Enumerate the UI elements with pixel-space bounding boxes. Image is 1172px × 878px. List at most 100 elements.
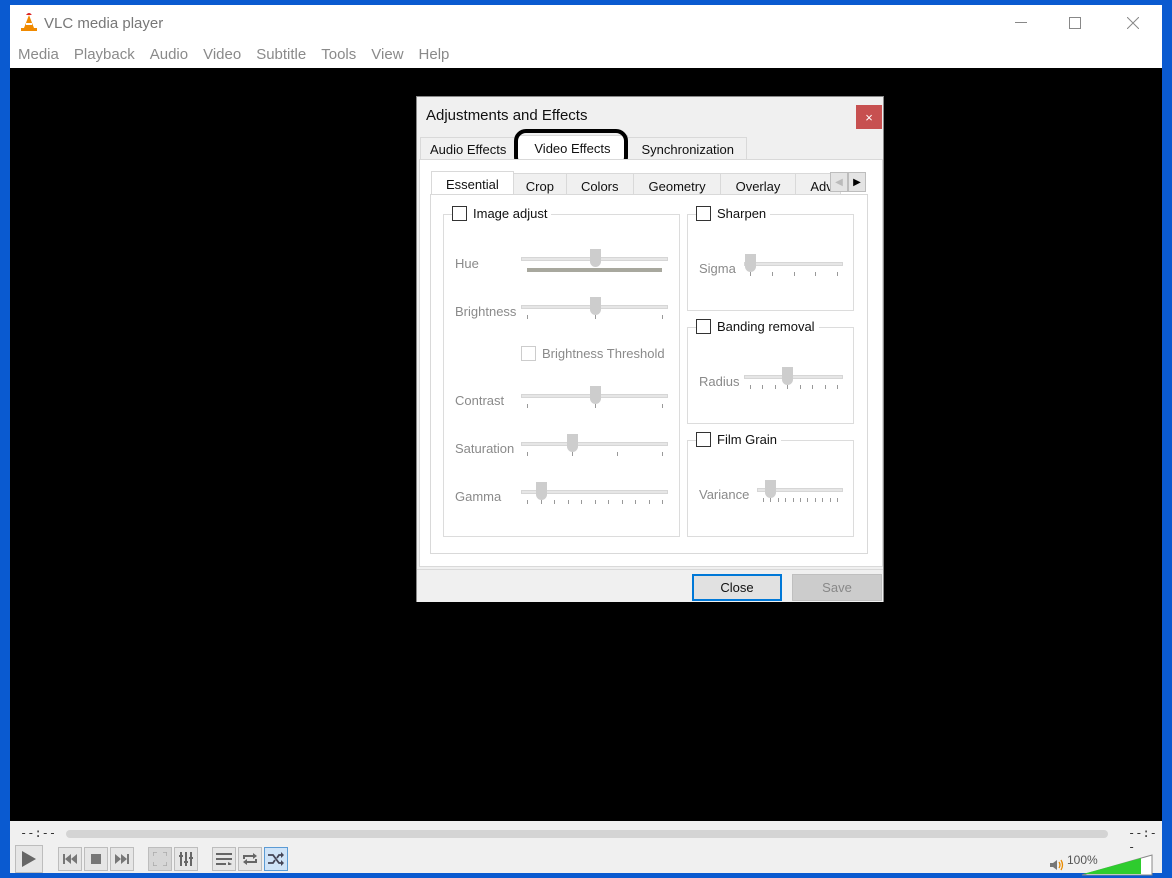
minimize-button[interactable]	[998, 5, 1044, 41]
playlist-button[interactable]	[212, 847, 236, 871]
dialog-title: Adjustments and Effects	[426, 107, 588, 124]
menu-bar: Media Playback Audio Video Subtitle Tool…	[10, 41, 1162, 69]
slider-tick	[635, 500, 636, 504]
shuffle-button[interactable]	[264, 847, 288, 871]
brightness-threshold-checkbox[interactable]	[521, 346, 536, 361]
slider-tick	[567, 500, 569, 504]
extended-settings-button[interactable]	[174, 847, 198, 871]
hue-slider[interactable]	[521, 249, 668, 275]
subtab-colors[interactable]: Colors	[565, 173, 634, 195]
slider-handle[interactable]	[589, 297, 601, 315]
next-button[interactable]	[110, 847, 134, 871]
gamma-slider[interactable]	[521, 482, 668, 508]
menu-tools[interactable]: Tools	[313, 41, 363, 69]
save-button[interactable]: Save	[792, 574, 882, 601]
image-adjust-legend: Image adjust	[452, 206, 552, 221]
subtab-overlay[interactable]: Overlay	[719, 173, 797, 195]
slider-groove[interactable]	[744, 375, 843, 379]
video-subtabs: Essential Crop Colors Geometry Overlay A…	[431, 171, 842, 195]
slider-tick	[837, 385, 838, 389]
brightness-label: Brightness	[455, 304, 517, 319]
menu-subtitle[interactable]: Subtitle	[248, 41, 313, 69]
next-icon	[115, 854, 129, 864]
sharpen-group: Sharpen Sigma	[687, 206, 854, 311]
close-icon	[1127, 17, 1139, 29]
slider-tick	[771, 272, 773, 276]
slider-handle[interactable]	[566, 434, 578, 452]
dialog-footer: Close Save	[417, 569, 883, 602]
contrast-slider[interactable]	[521, 386, 668, 412]
image-adjust-group: Image adjust Hue Brightness Brightness T…	[443, 206, 680, 537]
play-button[interactable]	[15, 845, 43, 873]
tab-synchronization[interactable]: Synchronization	[626, 137, 748, 159]
subtab-essential[interactable]: Essential	[431, 171, 514, 195]
film-grain-checkbox[interactable]	[696, 432, 711, 447]
scroll-right-button[interactable]: ▶	[848, 172, 866, 192]
maximize-button[interactable]	[1052, 5, 1098, 41]
slider-tick	[774, 385, 776, 389]
slider-tick	[837, 272, 838, 276]
slider-handle[interactable]	[782, 367, 794, 385]
slider-tick	[527, 404, 528, 408]
slider-tick	[750, 385, 751, 389]
slider-tick	[527, 500, 528, 504]
window-title: VLC media player	[44, 15, 164, 32]
adjustments-dialog: Adjustments and Effects × Audio Effects …	[416, 96, 884, 602]
image-adjust-checkbox[interactable]	[452, 206, 467, 221]
slider-handle[interactable]	[589, 249, 601, 267]
menu-video[interactable]: Video	[195, 41, 248, 69]
scroll-left-button[interactable]: ◀	[830, 172, 848, 192]
variance-label: Variance	[699, 487, 750, 502]
menu-view[interactable]: View	[363, 41, 410, 69]
banding-removal-checkbox[interactable]	[696, 319, 711, 334]
film-grain-legend: Film Grain	[696, 432, 781, 447]
speaker-icon[interactable]	[1050, 859, 1064, 871]
slider-tick	[807, 498, 809, 502]
contrast-label: Contrast	[455, 393, 505, 408]
brightness-threshold-label: Brightness Threshold	[542, 346, 665, 361]
slider-handle[interactable]	[745, 254, 756, 272]
menu-audio[interactable]: Audio	[142, 41, 195, 69]
slider-tick	[581, 500, 582, 504]
slider-groove[interactable]	[521, 442, 668, 446]
subtab-geometry[interactable]: Geometry	[632, 173, 721, 195]
close-window-button[interactable]	[1110, 5, 1156, 41]
slider-tick	[800, 498, 801, 502]
variance-slider[interactable]	[757, 480, 843, 506]
volume-slider[interactable]	[1081, 854, 1153, 876]
sigma-slider[interactable]	[744, 254, 843, 280]
previous-icon	[63, 854, 77, 864]
stop-button[interactable]	[84, 847, 108, 871]
loop-button[interactable]	[238, 847, 262, 871]
menu-playback[interactable]: Playback	[66, 41, 142, 69]
slider-tick	[770, 498, 772, 502]
equalizer-icon	[179, 852, 193, 866]
menu-media[interactable]: Media	[10, 41, 66, 69]
tab-video-effects[interactable]: Video Effects	[515, 135, 628, 159]
radius-slider[interactable]	[744, 367, 843, 393]
subtab-crop[interactable]: Crop	[512, 173, 567, 195]
slider-handle[interactable]	[589, 386, 601, 404]
video-effects-panel: Essential Crop Colors Geometry Overlay A…	[419, 159, 883, 567]
seek-bar[interactable]	[66, 830, 1108, 838]
saturation-slider[interactable]	[521, 434, 668, 460]
banding-removal-legend: Banding removal	[696, 319, 819, 334]
dialog-close-button[interactable]: ×	[856, 105, 882, 129]
slider-handle[interactable]	[765, 480, 777, 498]
maximize-icon	[1069, 17, 1081, 29]
hue-color-bar	[527, 268, 662, 272]
previous-button[interactable]	[58, 847, 82, 871]
sharpen-checkbox[interactable]	[696, 206, 711, 221]
fullscreen-button[interactable]	[148, 847, 172, 871]
film-grain-group: Film Grain Variance	[687, 432, 854, 537]
brightness-slider[interactable]	[521, 297, 668, 323]
tab-audio-effects[interactable]: Audio Effects	[420, 137, 517, 159]
close-button[interactable]: Close	[692, 574, 782, 601]
menu-help[interactable]: Help	[411, 41, 457, 69]
slider-tick	[572, 452, 573, 456]
sigma-label: Sigma	[699, 261, 736, 276]
slider-tick	[527, 315, 528, 319]
radius-label: Radius	[699, 374, 740, 389]
slider-handle[interactable]	[535, 482, 547, 500]
slider-groove[interactable]	[744, 262, 843, 266]
